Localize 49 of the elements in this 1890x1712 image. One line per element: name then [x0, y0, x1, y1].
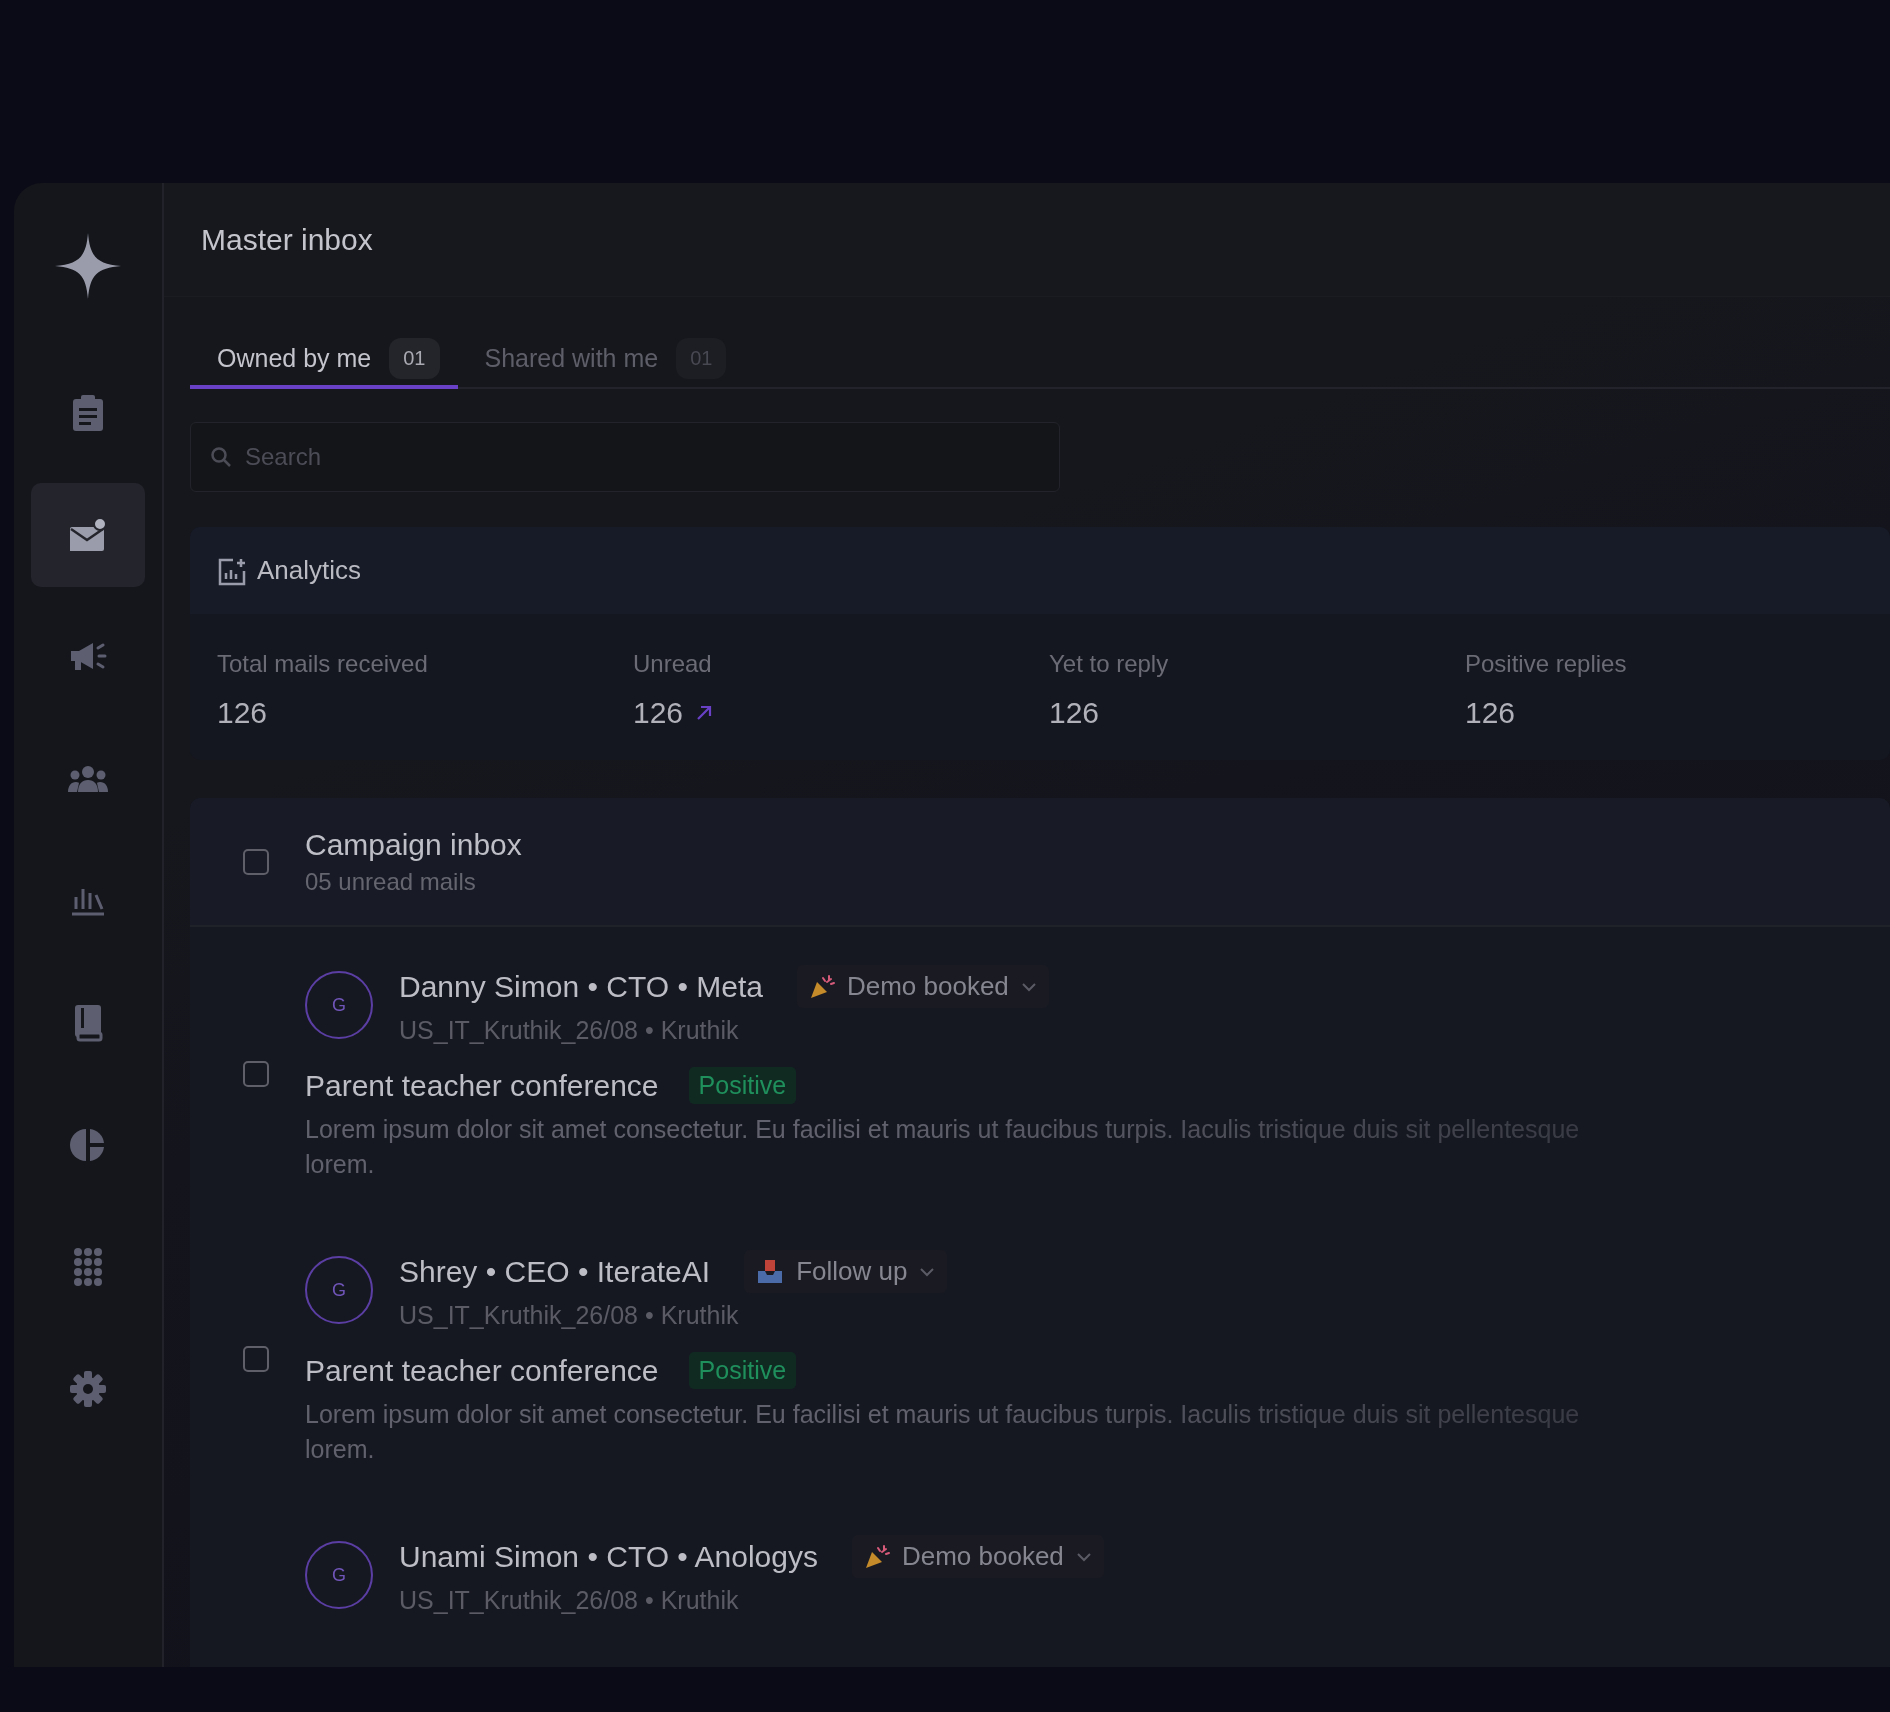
pie-chart-icon: [70, 1127, 106, 1163]
stat-value: 126: [633, 696, 684, 730]
mail-icon: [68, 517, 108, 553]
clipboard-icon: [71, 394, 105, 432]
avatar: G: [305, 1256, 373, 1324]
checkbox[interactable]: [243, 848, 269, 875]
chevron-down-icon: [919, 1266, 936, 1277]
status-dropdown[interactable]: Demo booked: [796, 965, 1049, 1008]
status-dropdown[interactable]: Demo booked: [851, 1535, 1104, 1578]
avatar: G: [305, 1541, 373, 1609]
campaign-meta: US_IT_Kruthik_26/08 • Kruthik: [399, 1016, 740, 1045]
mail-subject: Parent teacher conference: [305, 1353, 659, 1388]
section-title: Analytics: [257, 555, 362, 586]
dialpad-icon: [73, 1247, 103, 1287]
sentiment-tag: Positive: [688, 1067, 797, 1104]
avatar: G: [305, 971, 373, 1039]
people-icon: [67, 765, 109, 793]
party-popper-icon: [863, 1543, 890, 1570]
unread-count: 05 unread mails: [305, 867, 477, 896]
search-field[interactable]: Search: [190, 422, 1060, 492]
campaign-title: Campaign inbox: [305, 827, 522, 862]
stat-value: 126: [217, 696, 268, 730]
sender-name: Danny Simon • CTO • Meta: [399, 969, 763, 1004]
party-popper-icon: [808, 973, 835, 1000]
checkbox[interactable]: [243, 1060, 269, 1087]
book-icon: [73, 1004, 103, 1042]
tab[interactable]: Owned by me 01: [190, 331, 458, 389]
campaign-meta: US_IT_Kruthik_26/08 • Kruthik: [399, 1301, 740, 1330]
sender-name: Shrey • CEO • IterateAI: [399, 1254, 711, 1289]
stat-value: 126: [1465, 696, 1516, 730]
settings-icon: [69, 1370, 107, 1408]
stat-label: Total mails received: [217, 650, 429, 678]
checkbox[interactable]: [243, 1345, 269, 1372]
sender-name: Unami Simon • CTO • Anologys: [399, 1539, 818, 1574]
chevron-down-icon: [1020, 981, 1037, 992]
stat-label: Yet to reply: [1049, 650, 1170, 678]
campaign-meta: US_IT_Kruthik_26/08 • Kruthik: [399, 1586, 740, 1615]
sentiment-tag: Positive: [688, 1352, 797, 1389]
stat-label: Unread: [633, 650, 713, 678]
sidebar-item[interactable]: [31, 483, 145, 587]
stat-label: Positive replies: [1465, 650, 1628, 678]
page-title: Master inbox: [201, 222, 373, 257]
chevron-down-icon: [1075, 1551, 1092, 1562]
count-badge: 01: [389, 337, 440, 379]
stat-value: 126: [1049, 696, 1100, 730]
status-dropdown[interactable]: Follow up: [744, 1250, 948, 1293]
megaphone-icon: [69, 641, 107, 673]
mail-subject: Parent teacher conference: [305, 1068, 659, 1103]
inbox-tray-icon: [756, 1258, 785, 1285]
